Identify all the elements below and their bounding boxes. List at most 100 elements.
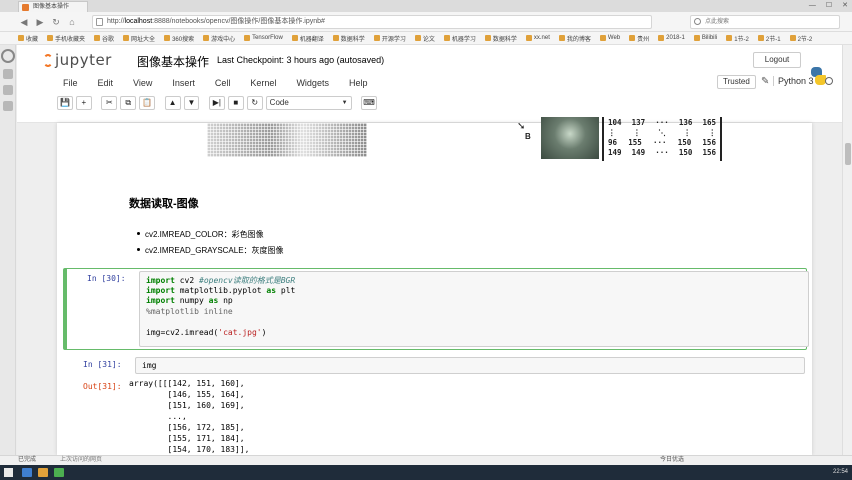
stop-icon[interactable]: ■ xyxy=(227,96,244,110)
browser-tab[interactable]: 图像基本操作 xyxy=(18,1,88,12)
bookmark-item[interactable]: 网址大全 xyxy=(123,34,155,43)
url-path: :8888/notebooks/opencv/图像操作/图像基本操作.ipynb… xyxy=(152,18,325,25)
taskbar-app-icon[interactable] xyxy=(54,468,64,477)
downloads-icon[interactable] xyxy=(3,101,13,111)
bookmark-item[interactable]: 1节-2 xyxy=(726,34,749,43)
favorites-icon[interactable] xyxy=(3,69,13,79)
close-icon[interactable]: ✕ xyxy=(842,0,848,12)
code-cell-30[interactable]: In [30]: import cv2 #opencv读取的格式是BGR impo… xyxy=(63,268,809,350)
code-token: img=cv2.imread( xyxy=(146,327,219,337)
menu-file[interactable]: File xyxy=(53,75,88,91)
bookmark-item[interactable]: 360搜索 xyxy=(164,34,194,43)
taskbar-app-icon[interactable] xyxy=(22,468,32,477)
keyboard-icon[interactable]: ⌨ xyxy=(361,96,377,110)
history-icon[interactable] xyxy=(3,85,13,95)
trusted-indicator[interactable]: Trusted xyxy=(717,75,756,89)
bookmark-item[interactable]: 2节-1 xyxy=(757,34,781,43)
bookmark-item[interactable]: 机器学习 xyxy=(443,34,476,43)
bookmark-label: 网址大全 xyxy=(131,36,156,43)
move-up-icon[interactable]: ▲ xyxy=(164,96,181,110)
code-token: np xyxy=(218,296,233,305)
restart-icon[interactable]: ↻ xyxy=(246,96,263,110)
menu-view[interactable]: View xyxy=(123,75,162,91)
bookmark-item[interactable]: Bilibili xyxy=(693,35,718,41)
output-prompt: Out[31]: xyxy=(83,382,122,391)
browser-logo-icon[interactable] xyxy=(1,49,15,63)
code-editor[interactable]: img xyxy=(135,357,805,374)
cut-icon[interactable]: ✂ xyxy=(101,96,118,110)
taskbar-app-icon[interactable] xyxy=(38,468,48,477)
matrix-cell: ··· xyxy=(655,118,669,127)
jupyter-logo-icon xyxy=(43,54,53,67)
input-prompt: In [31]: xyxy=(83,360,122,369)
menu-edit[interactable]: Edit xyxy=(88,75,124,91)
bookmark-icon xyxy=(558,35,565,41)
bookmark-item[interactable]: 2节-2 xyxy=(789,34,812,43)
output-line: [155, 171, 184], xyxy=(129,434,245,443)
bookmark-item[interactable]: Web xyxy=(599,35,620,41)
browser-search-field[interactable]: 点此搜索 xyxy=(690,15,840,29)
bookmark-item[interactable]: 贵州 xyxy=(629,34,649,43)
run-icon[interactable]: ▶| xyxy=(208,96,225,110)
menu-cell[interactable]: Cell xyxy=(205,75,241,91)
bookmark-item[interactable]: 机器翻译 xyxy=(291,34,324,43)
figure-label: B xyxy=(525,132,531,141)
save-icon[interactable]: 💾 xyxy=(57,96,73,110)
code-editor[interactable]: import cv2 #opencv读取的格式是BGR import matplo… xyxy=(139,271,809,347)
logout-button[interactable]: Logout xyxy=(753,52,801,68)
matrix-cell: ⋮ xyxy=(708,128,717,137)
minimize-icon[interactable]: — xyxy=(809,0,816,12)
start-icon[interactable] xyxy=(4,468,13,477)
bookmark-item[interactable]: 手机收藏夹 xyxy=(47,34,85,43)
bookmark-icon xyxy=(203,35,210,41)
output-line: array([[[142, 151, 160], xyxy=(129,379,245,388)
menu-help[interactable]: Help xyxy=(339,75,378,91)
menu-insert[interactable]: Insert xyxy=(162,75,205,91)
back-icon[interactable]: ◀ xyxy=(18,16,30,28)
jupyter-logo[interactable]: jupyter xyxy=(43,51,112,69)
maximize-icon[interactable]: ☐ xyxy=(826,0,832,12)
bookmark-item[interactable]: TensorFlow xyxy=(244,35,283,41)
insert-cell-icon[interactable]: + xyxy=(75,96,92,110)
move-down-icon[interactable]: ▼ xyxy=(183,96,200,110)
matrix-cell: 137 xyxy=(631,118,646,127)
status-middle[interactable]: 上次访问的网页 xyxy=(60,456,102,465)
reload-icon[interactable]: ↻ xyxy=(50,16,62,28)
bookmark-icon xyxy=(332,35,339,41)
status-right[interactable]: 今日优选 xyxy=(660,456,684,465)
bookmark-item[interactable]: 游戏中心 xyxy=(203,34,235,43)
bookmark-item[interactable]: 2018-1 xyxy=(658,35,685,41)
menu-kernel[interactable]: Kernel xyxy=(240,75,286,91)
matrix-row: ⋮ ⋮ ⋱ ⋮ ⋮ xyxy=(608,128,716,138)
code-cell-31[interactable]: In [31]: img xyxy=(63,355,807,377)
copy-icon[interactable]: ⧉ xyxy=(120,96,137,110)
scrollbar-thumb[interactable] xyxy=(845,143,851,165)
title-bar: 图像基本操作 — ☐ ✕ xyxy=(0,0,852,12)
paste-icon[interactable]: 📋 xyxy=(139,96,156,110)
bookmark-label: 游戏中心 xyxy=(211,36,236,43)
bookmark-item[interactable]: 我的博客 xyxy=(558,34,591,43)
bookmark-label: Bilibili xyxy=(701,35,718,41)
bookmark-item[interactable]: 收藏 xyxy=(18,34,38,43)
bookmark-item[interactable]: 开源学习 xyxy=(373,34,406,43)
code-line: img xyxy=(142,361,157,370)
url-field[interactable]: http://localhost:8888/notebooks/opencv/图… xyxy=(92,15,652,29)
bookmark-label: 360搜索 xyxy=(172,36,195,43)
bookmark-label: xx.net xyxy=(533,35,550,41)
matrix-cell: ⋮ xyxy=(608,128,616,137)
bookmark-item[interactable]: 谷歌 xyxy=(94,34,114,43)
menu-widgets[interactable]: Widgets xyxy=(286,75,339,91)
edit-pencil-icon[interactable]: ✎ xyxy=(761,76,769,87)
forward-icon[interactable]: ▶ xyxy=(34,16,46,28)
bookmark-item[interactable]: 论文 xyxy=(414,34,435,43)
home-icon[interactable]: ⌂ xyxy=(66,16,78,28)
matrix-cell: 150 xyxy=(678,148,693,157)
bookmark-item[interactable]: 数据科学 xyxy=(484,34,517,43)
cell-type-select[interactable]: Code ▼ xyxy=(265,96,352,110)
notebook-name[interactable]: 图像基本操作 xyxy=(137,53,209,70)
bookmark-icon xyxy=(789,35,796,41)
page-scrollbar[interactable] xyxy=(842,45,852,455)
bookmark-item[interactable]: 数据科学 xyxy=(332,34,365,43)
bookmark-item[interactable]: xx.net xyxy=(525,35,550,41)
code-token: #opencv读取的格式是BGR xyxy=(199,276,296,285)
